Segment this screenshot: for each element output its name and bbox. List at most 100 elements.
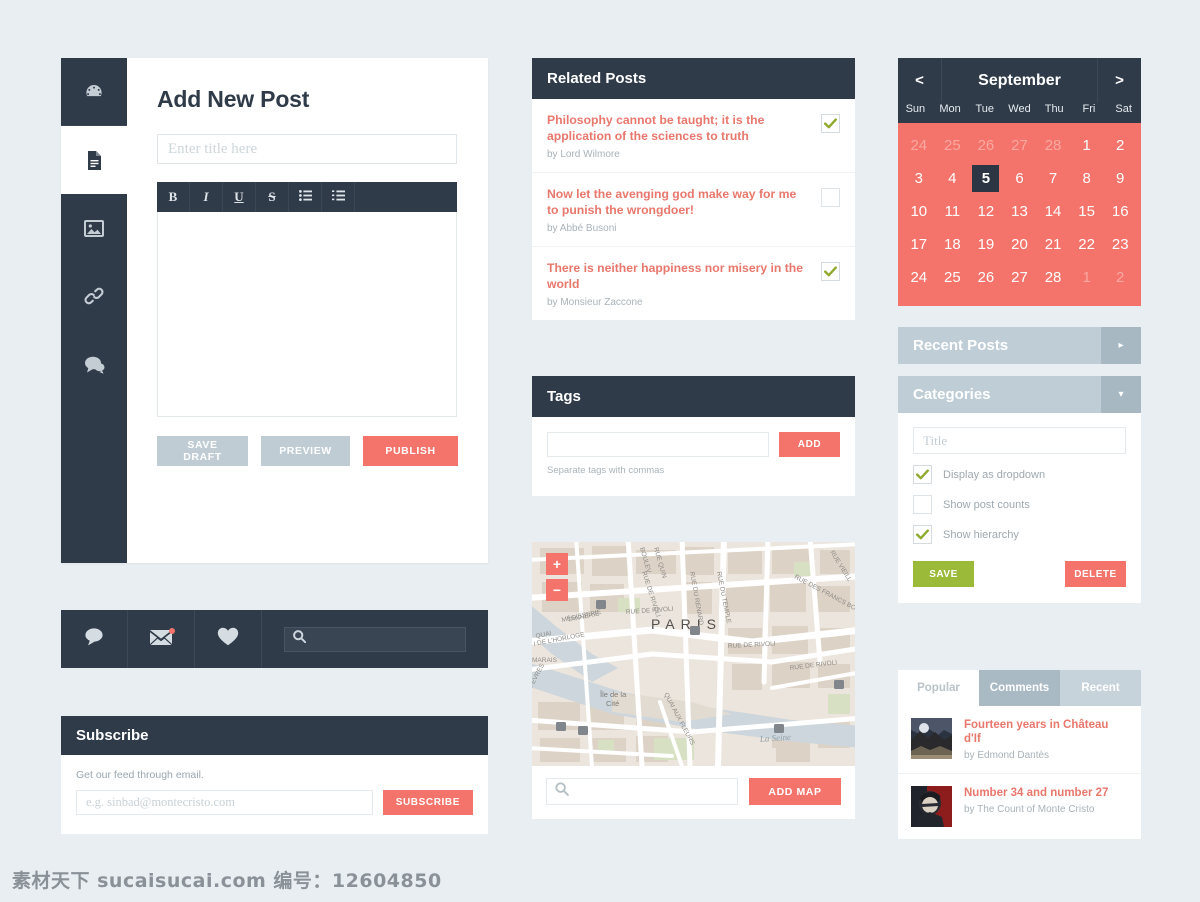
calendar-day[interactable]: 20 <box>1003 228 1037 261</box>
calendar-day[interactable]: 25 <box>936 129 970 162</box>
sidebar-item-posts[interactable] <box>61 126 127 194</box>
calendar-day[interactable]: 26 <box>969 129 1003 162</box>
calendar-day[interactable]: 22 <box>1070 228 1104 261</box>
category-title-input[interactable] <box>913 427 1126 454</box>
calendar-day[interactable]: 7 <box>1036 162 1070 195</box>
calendar-day[interactable]: 13 <box>1003 195 1037 228</box>
calendar-day[interactable]: 27 <box>1003 261 1037 294</box>
strikethrough-button[interactable]: S <box>256 182 289 212</box>
sidebar-item-dashboard[interactable] <box>61 58 127 126</box>
calendar-day-selected[interactable]: 5 <box>972 165 1000 192</box>
preview-button[interactable]: PREVIEW <box>261 436 350 466</box>
underline-button[interactable]: U <box>223 182 256 212</box>
calendar-day[interactable]: 9 <box>1103 162 1137 195</box>
toolbar-search-field[interactable] <box>284 626 466 652</box>
related-post-checkbox[interactable] <box>821 188 840 207</box>
wysiwyg-editor: B I U S <box>157 182 457 417</box>
related-post-title[interactable]: Now let the avenging god make way for me… <box>547 186 811 218</box>
related-post-checkbox[interactable] <box>821 114 840 133</box>
calendar-prev-button[interactable]: < <box>898 58 942 103</box>
calendar-day[interactable]: 18 <box>936 228 970 261</box>
calendar-day[interactable]: 10 <box>902 195 936 228</box>
calendar-day[interactable]: 2 <box>1103 261 1137 294</box>
sidebar-item-comments[interactable] <box>61 330 127 398</box>
calendar-day[interactable]: 14 <box>1036 195 1070 228</box>
post-title-input[interactable] <box>157 134 457 164</box>
calendar-day[interactable]: 16 <box>1103 195 1137 228</box>
subscribe-button[interactable]: SUBSCRIBE <box>382 790 473 815</box>
calendar-day[interactable]: 27 <box>1003 129 1037 162</box>
post-list-item[interactable]: Fourteen years in Château d'If by Edmond… <box>898 706 1141 774</box>
related-post-item[interactable]: Now let the avenging god make way for me… <box>532 173 855 247</box>
add-map-button[interactable]: ADD MAP <box>749 778 841 805</box>
calendar-day[interactable]: 28 <box>1036 261 1070 294</box>
calendar-day[interactable]: 23 <box>1103 228 1137 261</box>
map-search-field[interactable] <box>546 778 738 805</box>
chevron-down-icon[interactable]: ▾ <box>1101 376 1141 413</box>
accordion-categories[interactable]: Categories ▾ <box>898 376 1141 413</box>
related-post-title[interactable]: There is neither happiness nor misery in… <box>547 260 811 292</box>
calendar-day[interactable]: 26 <box>969 261 1003 294</box>
calendar-day[interactable]: 3 <box>902 162 936 195</box>
calendar-day[interactable]: 28 <box>1036 129 1070 162</box>
category-checkbox[interactable] <box>913 525 932 544</box>
watermark-text: 素材天下 sucaisucai.com 编号：12604850 <box>12 870 442 892</box>
calendar-day[interactable]: 1 <box>1070 129 1104 162</box>
accordion-recent-posts-title: Recent Posts <box>898 327 1101 364</box>
calendar-day[interactable]: 24 <box>902 129 936 162</box>
calendar-day[interactable]: 11 <box>936 195 970 228</box>
editor-content-area[interactable] <box>157 212 457 417</box>
calendar-day[interactable]: 6 <box>1003 162 1037 195</box>
toolbar-comments-button[interactable] <box>61 610 128 668</box>
calendar-day[interactable]: 12 <box>969 195 1003 228</box>
category-option[interactable]: Show hierarchy <box>913 525 1126 544</box>
calendar-day[interactable]: 17 <box>902 228 936 261</box>
related-post-checkbox[interactable] <box>821 262 840 281</box>
map-zoom-out-button[interactable]: − <box>546 579 568 601</box>
toolbar-favorites-button[interactable] <box>195 610 262 668</box>
category-checkbox[interactable] <box>913 495 932 514</box>
related-post-title[interactable]: Philosophy cannot be taught; it is the a… <box>547 112 811 144</box>
sidebar-item-media[interactable] <box>61 194 127 262</box>
category-checkbox[interactable] <box>913 465 932 484</box>
map-view[interactable]: RUE DE RIVOLI RUE DE RIVOLI RUE DE RIVOL… <box>532 542 855 766</box>
toolbar-mail-button[interactable] <box>128 610 195 668</box>
tab-comments[interactable]: Comments <box>979 670 1060 706</box>
tab-recent[interactable]: Recent <box>1060 670 1141 706</box>
chevron-right-icon[interactable]: ▸ <box>1101 327 1141 364</box>
category-option[interactable]: Display as dropdown <box>913 465 1126 484</box>
calendar-next-button[interactable]: > <box>1097 58 1141 103</box>
tags-add-button[interactable]: ADD <box>779 432 840 457</box>
calendar-day[interactable]: 21 <box>1036 228 1070 261</box>
post-item-title[interactable]: Fourteen years in Château d'If <box>964 718 1128 746</box>
map-panel: RUE DE RIVOLI RUE DE RIVOLI RUE DE RIVOL… <box>532 542 855 819</box>
tab-popular[interactable]: Popular <box>898 670 979 706</box>
unordered-list-button[interactable] <box>289 182 322 212</box>
calendar-day[interactable]: 8 <box>1070 162 1104 195</box>
sidebar-item-links[interactable] <box>61 262 127 330</box>
calendar-day[interactable]: 4 <box>936 162 970 195</box>
post-item-title[interactable]: Number 34 and number 27 <box>964 786 1108 800</box>
calendar-day[interactable]: 1 <box>1070 261 1104 294</box>
category-option[interactable]: Show post counts <box>913 495 1126 514</box>
save-draft-button[interactable]: SAVE DRAFT <box>157 436 248 466</box>
post-item-author: by Edmond Dantès <box>964 750 1050 761</box>
calendar-day[interactable]: 25 <box>936 261 970 294</box>
calendar-day[interactable]: 15 <box>1070 195 1104 228</box>
post-list-item[interactable]: Number 34 and number 27 by The Count of … <box>898 774 1141 839</box>
calendar-day[interactable]: 19 <box>969 228 1003 261</box>
accordion-recent-posts[interactable]: Recent Posts ▸ <box>898 327 1141 364</box>
tags-input[interactable] <box>547 432 769 457</box>
ordered-list-button[interactable] <box>322 182 355 212</box>
related-post-item[interactable]: Philosophy cannot be taught; it is the a… <box>532 99 855 173</box>
delete-category-button[interactable]: DELETE <box>1065 561 1126 587</box>
calendar-day[interactable]: 24 <box>902 261 936 294</box>
related-post-item[interactable]: There is neither happiness nor misery in… <box>532 247 855 320</box>
italic-button[interactable]: I <box>190 182 223 212</box>
subscribe-email-input[interactable] <box>76 790 373 815</box>
map-zoom-in-button[interactable]: + <box>546 553 568 575</box>
publish-button[interactable]: PUBLISH <box>363 436 458 466</box>
save-category-button[interactable]: SAVE <box>913 561 974 587</box>
calendar-day[interactable]: 2 <box>1103 129 1137 162</box>
bold-button[interactable]: B <box>157 182 190 212</box>
